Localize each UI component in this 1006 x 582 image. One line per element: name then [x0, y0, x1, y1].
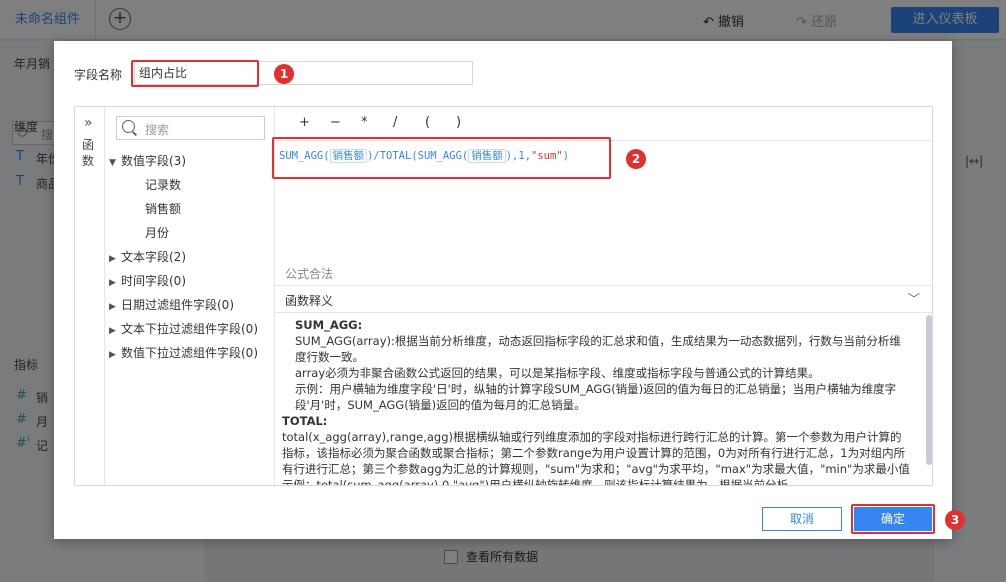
step-badge-3: 3 [945, 510, 965, 530]
tree-group-number-dropdown[interactable]: ▶ 数值下拉过滤组件字段(0) [109, 344, 258, 361]
double-chevron-right-icon[interactable]: » [84, 115, 93, 131]
tree-field-item[interactable]: 月份 [145, 224, 169, 241]
caret-right-icon: ▶ [109, 302, 116, 312]
formula-dialog: 字段名称 组内占比 » 函数 搜索 ▼ 数值字段(3) 记录数 销售额 月份 ▶ 文… [54, 41, 952, 539]
chevron-down-icon[interactable]: ﹀ [908, 290, 920, 307]
tree-group-label: 日期过滤组件字段(0) [121, 298, 234, 312]
caret-right-icon: ▶ [109, 326, 116, 336]
step-badge-2: 2 [626, 149, 646, 169]
doc-text: total(x_agg(array),range,agg)根据横纵轴或行列维度添… [282, 430, 910, 485]
field-name-label: 字段名称 [74, 68, 123, 82]
doc-heading: TOTAL: [282, 414, 328, 428]
tree-group-time[interactable]: ▶ 时间字段(0) [109, 272, 186, 289]
function-doc-title: 函数释义 [285, 294, 334, 308]
caret-down-icon: ▼ [109, 158, 116, 168]
operator-open-paren[interactable]: ( [425, 115, 430, 130]
search-icon [122, 120, 135, 133]
formula-valid-status: 公式合法 [285, 267, 334, 281]
tree-field-item[interactable]: 记录数 [145, 176, 181, 193]
caret-right-icon: ▶ [109, 254, 116, 264]
operator-close-paren[interactable]: ) [456, 115, 461, 130]
field-search-input[interactable]: 搜索 [116, 116, 265, 140]
doc-text: SUM_AGG(array):根据当前分析维度，动态返回指标字段的汇总求和值，生… [295, 334, 901, 364]
highlight-box-confirm [851, 504, 935, 534]
operator-divide[interactable]: / [393, 115, 397, 130]
doc-text: array必须为非聚合函数公式返回的结果，可以是某指标字段、维度或指标字段与普通… [295, 366, 820, 380]
step-badge-1: 1 [274, 64, 294, 84]
operator-bar: + − * / ( ) [275, 107, 932, 141]
tree-field-item[interactable]: 销售额 [145, 200, 181, 217]
tree-group-date-filter[interactable]: ▶ 日期过滤组件字段(0) [109, 296, 234, 313]
tree-group-label: 数值字段(3) [121, 154, 186, 168]
caret-right-icon: ▶ [109, 278, 116, 288]
doc-text: 示例：用户横轴为维度字段'日'时，纵轴的计算字段SUM_AGG(销量)返回的值为… [295, 382, 897, 412]
cancel-button[interactable]: 取消 [762, 507, 842, 531]
tree-group-label: 文本字段(2) [121, 250, 186, 264]
highlight-box-field-name [131, 60, 259, 87]
doc-scrollbar[interactable] [926, 315, 932, 465]
tree-group-numeric[interactable]: ▼ 数值字段(3) [109, 152, 186, 169]
tree-group-label: 数值下拉过滤组件字段(0) [121, 346, 258, 360]
tree-group-label: 时间字段(0) [121, 274, 186, 288]
doc-heading: SUM_AGG: [295, 318, 363, 332]
operator-plus[interactable]: + [299, 115, 310, 130]
tree-group-label: 文本下拉过滤组件字段(0) [121, 322, 258, 336]
highlight-box-formula [272, 137, 611, 179]
field-tree: 搜索 ▼ 数值字段(3) 记录数 销售额 月份 ▶ 文本字段(2) ▶ 时间字段(0)… [105, 107, 275, 485]
operator-minus[interactable]: − [330, 115, 341, 130]
function-sidebar: » 函数 [75, 107, 105, 485]
function-doc-header[interactable]: 函数释义 ﹀ [275, 285, 932, 313]
field-search-placeholder: 搜索 [145, 123, 170, 137]
tree-group-text[interactable]: ▶ 文本字段(2) [109, 248, 186, 265]
function-label[interactable]: 函数 [82, 137, 96, 169]
caret-right-icon: ▶ [109, 350, 116, 360]
function-doc-body: SUM_AGG: SUM_AGG(array):根据当前分析维度，动态返回指标字… [275, 313, 932, 485]
operator-multiply[interactable]: * [361, 115, 368, 130]
tree-group-text-dropdown[interactable]: ▶ 文本下拉过滤组件字段(0) [109, 320, 258, 337]
